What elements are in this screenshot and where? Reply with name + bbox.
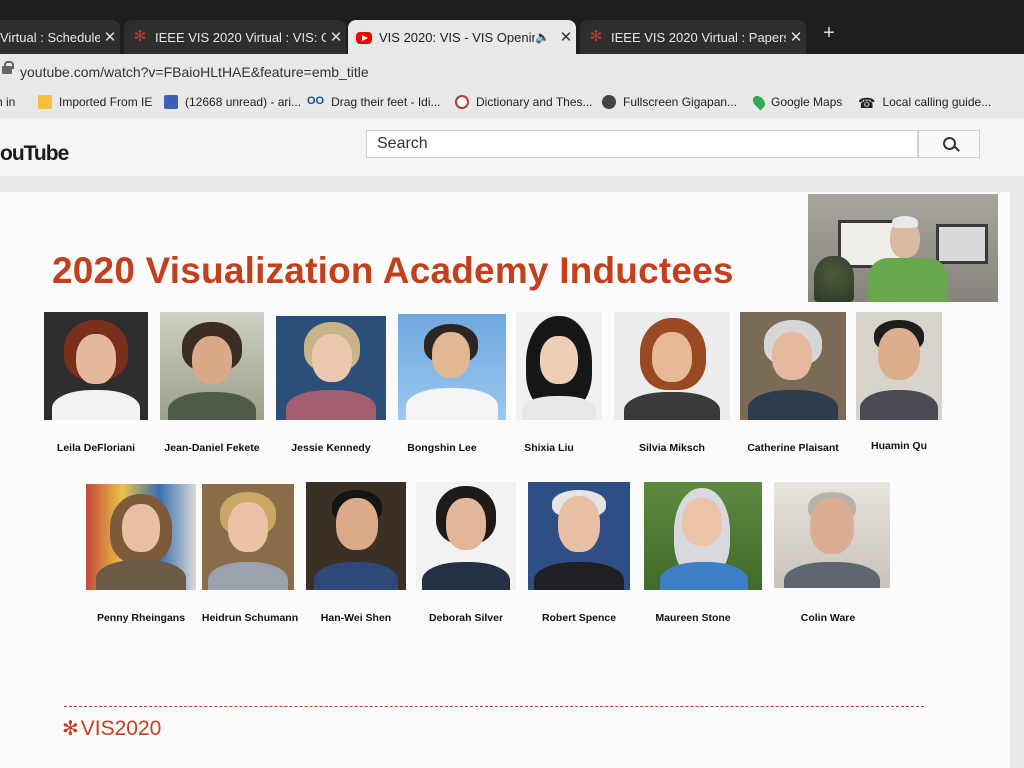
inductee-photo xyxy=(528,482,630,590)
inductee-photo xyxy=(856,312,942,420)
tab-schedule[interactable]: Virtual : Schedule ✕ xyxy=(0,20,120,54)
inductee-photo xyxy=(740,312,846,420)
tab-youtube-vis-opening[interactable]: VIS 2020: VIS - VIS Opening 🔈 ✕ xyxy=(348,20,576,54)
inductee-name: Deborah Silver xyxy=(428,612,504,624)
globe-icon xyxy=(602,95,616,109)
bookmark-label: Drag their feet - Idi... xyxy=(331,95,441,109)
address-bar[interactable]: youtube.com/watch?v=FBaioHLtHAE&feature=… xyxy=(0,54,1024,88)
mw-icon xyxy=(455,95,469,109)
oo-icon: OO xyxy=(307,95,325,107)
search-icon xyxy=(943,137,956,150)
slide-title: 2020 Visualization Academy Inductees xyxy=(52,250,734,291)
inductee-photo xyxy=(398,314,506,420)
folder-icon xyxy=(38,95,52,109)
inductee-photo xyxy=(516,312,602,420)
inductee-name: Maureen Stone xyxy=(655,612,731,624)
youtube-icon xyxy=(356,32,372,44)
search-button[interactable] xyxy=(918,130,980,158)
bookmark-label: Imported From IE xyxy=(59,95,153,109)
screen: Virtual : Schedule ✕ ✻ IEEE VIS 2020 Vir… xyxy=(0,0,1024,768)
vis-icon: ✻ xyxy=(589,28,603,45)
tab-vis-opening-page[interactable]: ✻ IEEE VIS 2020 Virtual : VIS: Openi ✕ xyxy=(124,20,346,54)
inductee-name: Silvia Miksch xyxy=(639,442,705,454)
bookmark-mail[interactable]: (12668 unread) - ari... xyxy=(164,95,301,109)
bookmark-gigapan[interactable]: Fullscreen Gigapan... xyxy=(602,95,737,109)
bookmark-imported-from-ie[interactable]: Imported From IE xyxy=(38,95,152,109)
youtube-header: ouTube xyxy=(0,118,1024,176)
inductee-photo xyxy=(416,482,516,590)
browser-tab-strip: Virtual : Schedule ✕ ✻ IEEE VIS 2020 Vir… xyxy=(0,0,1024,58)
inductee-photo xyxy=(202,484,294,590)
search-input[interactable] xyxy=(366,130,918,158)
vis-snowflake-icon: ✻ xyxy=(62,718,79,740)
inductee-photo xyxy=(644,482,762,590)
bookmark-label: (12668 unread) - ari... xyxy=(185,95,302,109)
close-tab-icon[interactable]: ✕ xyxy=(786,28,806,46)
bookmark-label: Google Maps xyxy=(771,95,843,109)
inductee-name: Robert Spence xyxy=(541,612,617,624)
bookmark-google-maps[interactable]: Google Maps xyxy=(750,93,843,111)
footer-divider xyxy=(64,706,924,707)
inductee-photo xyxy=(774,482,890,588)
map-pin-icon xyxy=(750,93,768,111)
tab-label: IEEE VIS 2020 Virtual : Papers xyxy=(611,29,786,45)
new-tab-icon[interactable]: + xyxy=(818,22,840,44)
bookmark-label: Dictionary and Thes... xyxy=(476,95,593,109)
url-text[interactable]: youtube.com/watch?v=FBaioHLtHAE&feature=… xyxy=(20,64,369,80)
lock-icon[interactable] xyxy=(2,61,14,78)
inductee-photo xyxy=(614,312,730,420)
bookmark-local-calling[interactable]: ☎ Local calling guide... xyxy=(858,95,992,111)
inductee-name: Huamin Qu xyxy=(870,440,927,452)
vis-icon: ✻ xyxy=(133,28,147,45)
inductee-photo xyxy=(160,312,264,420)
close-tab-icon[interactable]: ✕ xyxy=(556,28,576,46)
bookmark-label: Local calling guide... xyxy=(882,95,992,109)
vis2020-logo: ✻ VIS2020 xyxy=(62,716,161,741)
presenter-webcam xyxy=(808,194,998,302)
vis2020-logo-text: VIS2020 xyxy=(80,716,162,740)
bookmark-label: n in xyxy=(0,95,16,109)
close-tab-icon[interactable]: ✕ xyxy=(326,28,346,46)
close-tab-icon[interactable]: ✕ xyxy=(100,28,120,46)
tab-label: VIS 2020: VIS - VIS Opening xyxy=(379,29,536,45)
video-slide[interactable]: 2020 Visualization Academy Inductees Lei… xyxy=(0,192,1010,768)
inductee-name: Leila DeFloriani xyxy=(56,442,136,454)
youtube-logo[interactable]: ouTube xyxy=(0,142,69,166)
inductee-photo xyxy=(276,316,386,420)
bookmark-idioms[interactable]: OO Drag their feet - Idi... xyxy=(307,95,441,109)
bookmark-sign-in[interactable]: n in xyxy=(0,95,15,109)
inductee-photo xyxy=(306,482,406,590)
mail-icon xyxy=(164,95,178,109)
tab-label: Virtual : Schedule xyxy=(0,29,100,45)
inductee-name: Jean-Daniel Fekete xyxy=(164,442,260,454)
speaker-icon[interactable]: 🔈 xyxy=(535,30,550,44)
inductee-name: Colin Ware xyxy=(800,612,856,624)
inductee-name: Shixia Liu xyxy=(524,442,574,454)
phone-icon: ☎ xyxy=(858,95,876,111)
bookmark-dictionary[interactable]: Dictionary and Thes... xyxy=(455,95,593,109)
tab-papers[interactable]: ✻ IEEE VIS 2020 Virtual : Papers ✕ xyxy=(580,20,806,54)
inductee-photo xyxy=(86,484,196,590)
bookmarks-bar: n in Imported From IE (12668 unread) - a… xyxy=(0,88,1024,119)
bookmark-label: Fullscreen Gigapan... xyxy=(623,95,738,109)
inductee-photo xyxy=(44,312,148,420)
tab-label: IEEE VIS 2020 Virtual : VIS: Openi xyxy=(155,29,326,45)
